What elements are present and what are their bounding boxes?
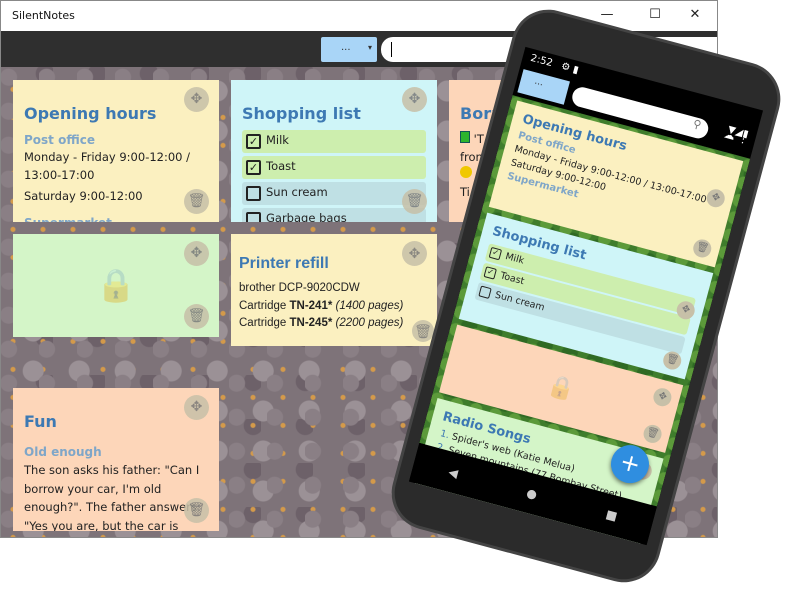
item-label: Milk <box>266 133 289 148</box>
checkbox-checked[interactable]: ✓ <box>483 266 497 280</box>
minimize-button[interactable]: — <box>597 7 617 22</box>
move-icon[interactable]: ✥ <box>402 87 427 112</box>
note-text: Cartridge TN-245* (2200 pages) <box>239 317 404 330</box>
note-text: The son asks his father: "Can I borrow y… <box>24 463 201 531</box>
checkbox-unchecked[interactable] <box>246 185 261 201</box>
title-bar: SilentNotes — ☐ ✕ <box>1 1 717 31</box>
dropdown-label: ... <box>341 42 351 53</box>
delete-icon[interactable]: 🗑 <box>412 320 434 342</box>
item-label: Sun cream <box>266 185 328 200</box>
clock: 2:52 <box>529 52 554 70</box>
move-icon[interactable]: ✥ <box>184 241 209 266</box>
note-text: Saturday 9:00-12:00 <box>24 189 143 204</box>
home-icon[interactable]: ● <box>525 486 539 502</box>
chevron-down-icon: ▾ <box>367 43 372 52</box>
lock-icon: 🔒 <box>96 265 136 304</box>
note-text: Cartridge TN-241* (1400 pages) <box>239 299 404 312</box>
item-label: Garbage bags <box>266 211 347 222</box>
note-title: Opening hours <box>24 104 157 123</box>
checkbox-unchecked[interactable] <box>478 285 492 300</box>
note-locked[interactable]: ✥ 🔒 🗑 <box>13 234 219 337</box>
delete-icon[interactable]: 🗑 <box>184 304 209 329</box>
note-opening-hours[interactable]: ✥ Opening hours Post office Monday - Fri… <box>13 80 219 222</box>
cloud-sync-icon[interactable]: ☁ <box>723 127 737 142</box>
move-icon[interactable]: ✥ <box>184 87 209 112</box>
book-icon <box>460 130 470 143</box>
close-button[interactable]: ✕ <box>685 7 705 22</box>
checklist-item[interactable]: ✓ Milk <box>242 129 426 153</box>
checklist-item[interactable]: Garbage bags <box>242 207 426 222</box>
delete-icon[interactable]: 🗑 <box>402 189 427 214</box>
checklist-item[interactable]: Sun cream <box>242 181 426 205</box>
note-printer-refill[interactable]: ✥ Printer refill brother DCP-9020CDW Car… <box>231 234 437 346</box>
note-text: Monday - Friday 9:00-12:00 / 13:00-17:00 <box>24 150 191 183</box>
checkbox-unchecked[interactable] <box>246 211 261 222</box>
move-icon[interactable]: ✥ <box>651 386 674 409</box>
recent-apps-icon[interactable]: ■ <box>604 507 619 523</box>
delete-icon[interactable]: 🗑 <box>641 422 664 445</box>
note-text: brother DCP-9020CDW <box>239 281 360 294</box>
note-subtitle: Post office <box>24 132 95 147</box>
move-icon[interactable]: ✥ <box>184 395 209 420</box>
checkbox-checked[interactable]: ✓ <box>246 133 261 149</box>
note-subtitle: Supermarket <box>24 214 208 222</box>
move-icon[interactable]: ✥ <box>402 241 427 266</box>
back-icon[interactable]: ◀ <box>447 465 460 481</box>
note-shopping-list[interactable]: ✥ Shopping list ✓ Milk ✓ Toast Sun cream G… <box>231 80 437 222</box>
status-icons: ⚙ ▮ <box>559 60 580 77</box>
delete-icon[interactable]: 🗑 <box>691 237 714 260</box>
delete-icon[interactable]: 🗑 <box>184 498 209 523</box>
checklist-item[interactable]: ✓ Toast <box>242 155 426 179</box>
item-label: Toast <box>266 159 296 174</box>
lock-icon: 🔒 <box>544 372 578 404</box>
search-icon: ⚲ <box>691 117 703 132</box>
note-title: Printer refill <box>239 255 329 272</box>
note-title: Shopping list <box>242 104 361 123</box>
note-subtitle: Old enough <box>24 444 102 459</box>
checkbox-checked[interactable]: ✓ <box>488 247 503 261</box>
window-title: SilentNotes <box>12 9 75 22</box>
note-fun[interactable]: ✥ Fun Old enough The son asks his father… <box>13 388 219 531</box>
delete-icon[interactable]: 🗑 <box>184 189 209 214</box>
menu-icon[interactable]: ⋮ <box>737 131 751 146</box>
note-title: Fun <box>24 412 57 431</box>
checkbox-checked[interactable]: ✓ <box>246 159 261 175</box>
filter-dropdown[interactable]: ... ▾ <box>321 37 377 62</box>
maximize-button[interactable]: ☐ <box>645 7 665 22</box>
